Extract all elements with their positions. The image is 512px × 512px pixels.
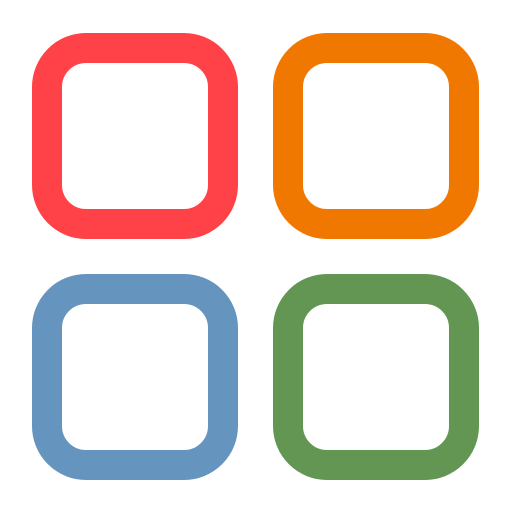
tile-bottom-right-icon xyxy=(273,274,479,480)
app-grid-icon xyxy=(0,0,512,512)
tile-bottom-left-icon xyxy=(32,274,238,480)
tile-top-right-icon xyxy=(273,33,479,239)
tile-top-left-icon xyxy=(32,33,238,239)
